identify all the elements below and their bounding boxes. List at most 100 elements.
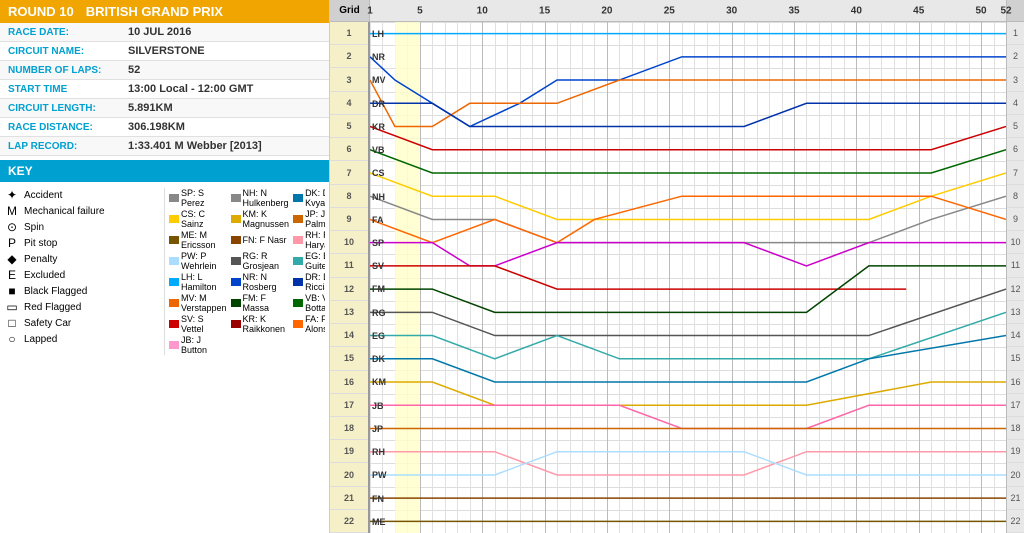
driver-code-label: KM: [372, 377, 386, 387]
right-num: 12: [1007, 278, 1024, 301]
race-info: ROUND 10 BRITISH GRAND PRIX RACE DATE:10…: [0, 0, 329, 156]
lap-tick: 1: [367, 5, 373, 16]
driver-color: [169, 236, 179, 244]
driver-key-item: NH: N Hulkenberg: [231, 188, 290, 208]
driver-key-label: JB: J Button: [181, 335, 227, 355]
right-num: 9: [1007, 208, 1024, 231]
left-panel: ROUND 10 BRITISH GRAND PRIX RACE DATE:10…: [0, 0, 330, 533]
driver-key-item: VB: V Bottas: [293, 293, 325, 313]
driver-color: [231, 257, 241, 265]
key-symbol: E: [4, 268, 20, 282]
driver-code-label: VB: [372, 145, 385, 155]
driver-key-label: KM: K Magnussen: [243, 209, 290, 229]
info-row: CIRCUIT LENGTH:5.891KM: [0, 99, 329, 118]
grid-label: Grid: [330, 0, 370, 21]
info-label: RACE DISTANCE:: [0, 118, 120, 137]
driver-key-item: JB: J Button: [169, 335, 227, 355]
key-content: ✦AccidentMMechanical failure⊙SpinPPit st…: [0, 182, 329, 361]
chart-body: 12345678910111213141516171819202122 LHNR…: [330, 22, 1024, 533]
driver-key-item: FM: F Massa: [231, 293, 290, 313]
grid-row: 5: [330, 115, 368, 138]
grid-row: 9: [330, 208, 368, 231]
driver-key-label: PW: P Wehrlein: [181, 251, 227, 271]
key-label-text: Red Flagged: [24, 302, 81, 313]
key-item: PPit stop: [4, 236, 160, 250]
info-label: RACE DATE:: [0, 23, 120, 42]
grid-row: 6: [330, 138, 368, 161]
info-label: START TIME: [0, 80, 120, 99]
race-name: BRITISH GRAND PRIX: [86, 4, 223, 19]
driver-color: [169, 215, 179, 223]
grid-row: 8: [330, 185, 368, 208]
driver-code-label: RG: [372, 308, 386, 318]
driver-code-label: DR: [372, 99, 385, 109]
chart-header: Grid 1510152025303540455052: [330, 0, 1024, 22]
key-symbol: M: [4, 204, 20, 218]
key-item: ◆Penalty: [4, 252, 160, 266]
info-row: RACE DISTANCE:306.198KM: [0, 118, 329, 137]
driver-key-item: ME: M Ericsson: [169, 230, 227, 250]
driver-key-item: PW: P Wehrlein: [169, 251, 227, 271]
chart-panel: Grid 1510152025303540455052 123456789101…: [330, 0, 1024, 533]
info-row: LAP RECORD:1:33.401 M Webber [2013]: [0, 137, 329, 156]
grid-row: 1: [330, 22, 368, 45]
driver-key-item: RH: R Haryanto: [293, 230, 325, 250]
key-symbol: ○: [4, 332, 20, 346]
driver-key-label: VB: V Bottas: [305, 293, 325, 313]
right-num: 2: [1007, 45, 1024, 68]
driver-color: [231, 320, 241, 328]
race-chart: LHNRMVDRKRVBCSNHFASPSVFMRGEGDKKMJBJPRHPW…: [370, 22, 1006, 533]
info-row: NUMBER OF LAPS:52: [0, 61, 329, 80]
grid-row: 13: [330, 301, 368, 324]
grid-row: 21: [330, 487, 368, 510]
lap-tick: 10: [477, 5, 488, 16]
driver-key-label: SP: S Perez: [181, 188, 227, 208]
lap-tick: 40: [851, 5, 862, 16]
race-header: ROUND 10 BRITISH GRAND PRIX: [0, 0, 329, 23]
key-symbol: P: [4, 236, 20, 250]
driver-key-item: JP: J Palmer: [293, 209, 325, 229]
race-path: [370, 57, 1006, 127]
driver-color: [293, 299, 303, 307]
key-symbol: ▭: [4, 300, 20, 314]
driver-key-item: KR: K Raikkonen: [231, 314, 290, 334]
driver-color: [293, 320, 303, 328]
driver-color: [231, 194, 241, 202]
key-item: □Safety Car: [4, 316, 160, 330]
right-num: 8: [1007, 185, 1024, 208]
grid-row: 22: [330, 510, 368, 533]
right-numbers: 12345678910111213141516171819202122: [1006, 22, 1024, 533]
driver-key-label: FN: F Nasr: [243, 235, 287, 245]
driver-code-label: SP: [372, 238, 384, 248]
driver-key-item: MV: M Verstappen: [169, 293, 227, 313]
right-num: 14: [1007, 324, 1024, 347]
key-item: ✦Accident: [4, 188, 160, 202]
right-num: 11: [1007, 254, 1024, 277]
right-num: 5: [1007, 115, 1024, 138]
info-row: CIRCUIT NAME:SILVERSTONE: [0, 42, 329, 61]
key-label-text: Spin: [24, 222, 44, 233]
drivers-grid: SP: S PerezNH: N HulkenbergDK: D KvyatCS…: [169, 188, 325, 355]
grid-row: 20: [330, 463, 368, 486]
right-num: 19: [1007, 440, 1024, 463]
grid-column: 12345678910111213141516171819202122: [330, 22, 370, 533]
lap-tick: 45: [913, 5, 924, 16]
grid-row: 12: [330, 278, 368, 301]
driver-key-label: RH: R Haryanto: [305, 230, 325, 250]
right-num: 7: [1007, 161, 1024, 184]
driver-key-item: KM: K Magnussen: [231, 209, 290, 229]
driver-key-item: DK: D Kvyat: [293, 188, 325, 208]
race-path: [370, 452, 1006, 475]
driver-key-label: SV: S Vettel: [181, 314, 227, 334]
driver-key-item: DR: D Ricciardo: [293, 272, 325, 292]
info-row: START TIME13:00 Local - 12:00 GMT: [0, 80, 329, 99]
round-label: ROUND 10: [8, 4, 74, 19]
info-value: SILVERSTONE: [120, 42, 329, 61]
driver-key-label: MV: M Verstappen: [181, 293, 227, 313]
lap-tick: 50: [975, 5, 986, 16]
key-section: KEY: [0, 160, 329, 182]
key-item: MMechanical failure: [4, 204, 160, 218]
race-path: [370, 150, 1006, 173]
driver-code-label: LH: [372, 29, 384, 39]
driver-code-label: NH: [372, 192, 385, 202]
